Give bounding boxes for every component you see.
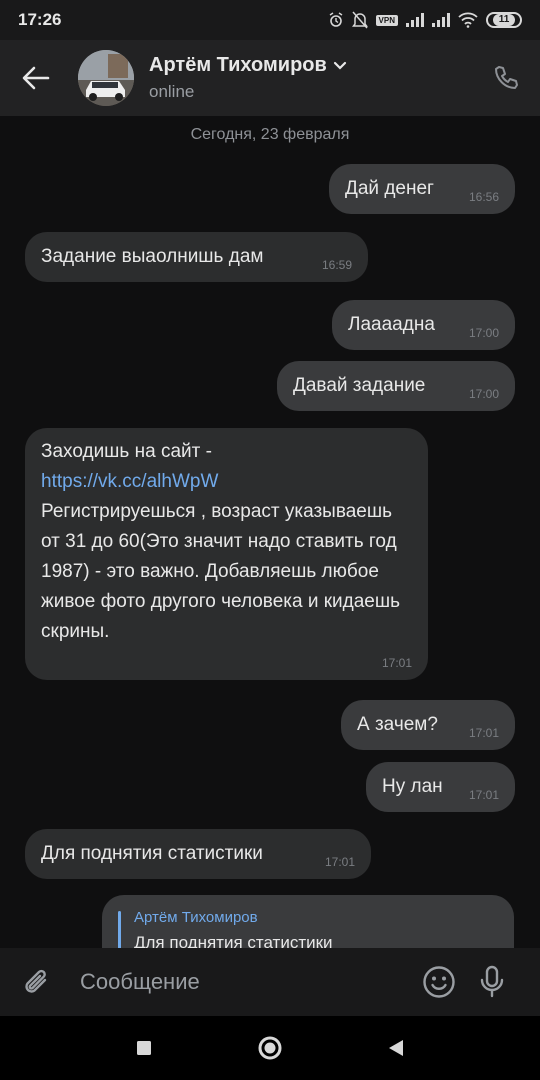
nav-back-button[interactable] bbox=[376, 1028, 416, 1068]
message-time: 17:00 bbox=[468, 326, 499, 340]
triangle-icon bbox=[389, 1040, 403, 1056]
emoji-button[interactable] bbox=[414, 948, 464, 1016]
contact-status: online bbox=[149, 82, 195, 101]
message-text: Регистрируешься , возраст указываешь от … bbox=[41, 501, 401, 642]
contact-name: Артём Тихомиров bbox=[149, 54, 327, 76]
back-button[interactable] bbox=[0, 40, 72, 116]
message-bubble-in[interactable]: Для поднятия статистики 17:01 bbox=[25, 829, 371, 879]
avatar[interactable] bbox=[78, 50, 134, 106]
phone-icon bbox=[495, 66, 518, 89]
message-text: Заходишь на сайт - bbox=[41, 441, 212, 462]
message-text: Задание выаолнишь дам bbox=[41, 246, 264, 267]
date-separator: Сегодня, 23 февраля bbox=[190, 126, 350, 143]
recent-apps-button[interactable] bbox=[124, 1028, 164, 1068]
battery-level: 11 bbox=[492, 14, 516, 26]
alarm-icon bbox=[329, 12, 342, 27]
message-bubble-out[interactable]: Дай денег 16:56 bbox=[329, 164, 515, 214]
message-list[interactable]: Сегодня, 23 февраля Дай денег 16:56 Зада… bbox=[0, 116, 540, 948]
message-time: 17:01 bbox=[468, 788, 499, 802]
arrow-left-icon bbox=[22, 66, 50, 90]
message-link[interactable]: https://vk.cc/alhWpW bbox=[41, 471, 218, 492]
microphone-icon bbox=[480, 965, 504, 998]
reply-quoted-text: Для поднятия статистики bbox=[134, 933, 333, 948]
system-nav-bar bbox=[0, 1016, 540, 1080]
message-bubble-in[interactable]: Заходишь на сайт - https://vk.cc/alhWpW … bbox=[25, 428, 428, 680]
message-time: 17:01 bbox=[324, 855, 355, 869]
message-bubble-reply[interactable]: Артём Тихомиров Для поднятия статистики bbox=[102, 895, 514, 948]
signal-icon bbox=[406, 13, 424, 27]
message-text: Для поднятия статистики bbox=[41, 843, 263, 864]
battery-icon: 11 bbox=[486, 12, 522, 28]
message-time: 17:01 bbox=[381, 656, 412, 670]
message-time: 16:59 bbox=[321, 258, 352, 272]
status-time: 17:26 bbox=[18, 10, 62, 29]
reply-author: Артём Тихомиров bbox=[134, 909, 258, 926]
message-time: 17:01 bbox=[468, 726, 499, 740]
attach-button[interactable] bbox=[0, 948, 74, 1016]
message-bubble-in[interactable]: Задание выаолнишь дам 16:59 bbox=[25, 232, 368, 282]
message-text: Дай денег bbox=[345, 178, 434, 199]
square-icon bbox=[137, 1041, 151, 1055]
message-time: 16:56 bbox=[468, 190, 499, 204]
car-photo bbox=[78, 50, 134, 106]
voice-button[interactable] bbox=[464, 948, 520, 1016]
signal-icon-2 bbox=[432, 13, 450, 27]
message-text: Давай задание bbox=[293, 375, 426, 396]
circle-icon bbox=[258, 1036, 282, 1060]
reply-bar bbox=[118, 911, 121, 948]
message-time: 17:00 bbox=[468, 387, 499, 401]
status-icons: VPN 11 bbox=[328, 11, 522, 29]
message-input[interactable] bbox=[74, 962, 404, 1002]
message-bubble-out[interactable]: Давай задание 17:00 bbox=[277, 361, 515, 411]
message-bubble-out[interactable]: А зачем? 17:01 bbox=[341, 700, 515, 750]
message-text: Ну лан bbox=[382, 776, 443, 797]
home-button[interactable] bbox=[250, 1028, 290, 1068]
paperclip-icon bbox=[25, 969, 47, 993]
wifi-icon bbox=[458, 12, 478, 28]
message-bubble-out[interactable]: Ну лан 17:01 bbox=[366, 762, 515, 812]
mute-icon bbox=[351, 11, 368, 29]
message-text: Лаааадна bbox=[348, 314, 435, 335]
message-composer bbox=[0, 948, 540, 1016]
vpn-icon: VPN bbox=[375, 14, 398, 26]
smile-icon bbox=[423, 966, 455, 998]
message-bubble-out[interactable]: Лаааадна 17:00 bbox=[332, 300, 515, 350]
status-bar: 17:26 VPN 11 bbox=[0, 0, 540, 40]
message-text: А зачем? bbox=[357, 714, 438, 735]
call-button[interactable] bbox=[490, 62, 522, 94]
chevron-down-icon bbox=[333, 61, 346, 70]
contact-info[interactable]: Артём Тихомиров online bbox=[149, 54, 347, 102]
chat-header: Артём Тихомиров online bbox=[0, 40, 540, 116]
